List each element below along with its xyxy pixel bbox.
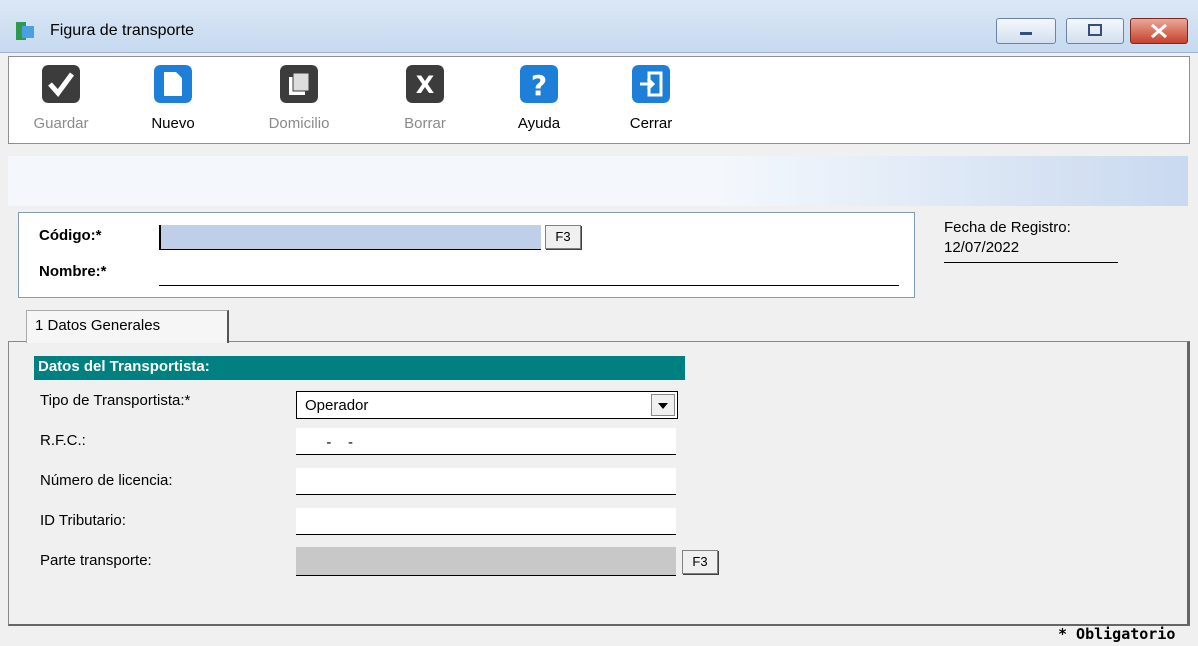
svg-text:?: ? <box>531 69 547 102</box>
address-book-icon <box>280 65 318 103</box>
domicilio-label: Domicilio <box>268 115 330 132</box>
guardar-button[interactable]: Guardar <box>29 63 93 139</box>
borrar-button[interactable]: X Borrar <box>393 63 457 139</box>
window: Figura de transporte Guardar Nuevo Domic… <box>0 0 1198 646</box>
delete-x-icon: X <box>406 65 444 103</box>
minimize-icon <box>1020 32 1032 35</box>
window-title: Figura de transporte <box>50 22 195 39</box>
codigo-label: Código:* <box>39 227 102 244</box>
close-button[interactable] <box>1130 18 1188 44</box>
app-icon <box>16 22 34 40</box>
title-bar: Figura de transporte <box>0 0 1198 53</box>
tab-label: 1 Datos Generales <box>35 317 161 334</box>
parte-f3-button[interactable]: F3 <box>682 550 718 574</box>
section-header: Datos del Transportista: <box>34 356 685 380</box>
dropdown-button[interactable] <box>651 394 675 416</box>
fecha-registro-value: 12/07/2022 <box>944 239 1020 256</box>
guardar-label: Guardar <box>33 115 89 132</box>
nombre-label: Nombre:* <box>39 263 107 280</box>
licencia-input[interactable] <box>296 468 676 495</box>
nombre-underline <box>159 285 899 286</box>
borrar-label: Borrar <box>404 115 446 132</box>
toolbar: Guardar Nuevo Domicilio X Borrar ? Ayuda… <box>8 56 1190 144</box>
nuevo-label: Nuevo <box>151 115 195 132</box>
tipo-transportista-value: Operador <box>305 397 369 414</box>
minimize-button[interactable] <box>996 18 1056 44</box>
domicilio-button[interactable]: Domicilio <box>259 63 339 139</box>
help-icon: ? <box>520 65 558 103</box>
maximize-button[interactable] <box>1066 18 1124 44</box>
new-document-icon <box>154 65 192 103</box>
svg-text:X: X <box>416 71 435 99</box>
parte-transporte-input[interactable] <box>296 547 676 576</box>
nombre-input[interactable] <box>159 261 899 285</box>
header-fields-box: Código:* F3 Nombre:* <box>18 212 915 298</box>
id-tributario-label: ID Tributario: <box>40 512 126 529</box>
rfc-value: - - <box>318 434 353 451</box>
licencia-label: Número de licencia: <box>40 472 173 489</box>
close-icon <box>1151 23 1167 39</box>
tipo-transportista-select[interactable]: Operador <box>296 391 678 419</box>
fecha-underline <box>944 262 1118 263</box>
rfc-label: R.F.C.: <box>40 432 86 449</box>
codigo-f3-button[interactable]: F3 <box>545 225 581 249</box>
maximize-icon <box>1088 24 1102 36</box>
tipo-transportista-label: Tipo de Transportista:* <box>40 392 191 409</box>
ayuda-label: Ayuda <box>517 115 561 132</box>
nuevo-button[interactable]: Nuevo <box>141 63 205 139</box>
cerrar-button[interactable]: Cerrar <box>619 63 683 139</box>
fecha-registro-label: Fecha de Registro: <box>944 219 1071 236</box>
rfc-input[interactable]: - - <box>296 428 676 455</box>
id-tributario-input[interactable] <box>296 508 676 535</box>
exit-door-icon <box>632 65 670 103</box>
banner <box>8 156 1188 206</box>
tab-datos-generales[interactable]: 1 Datos Generales <box>26 310 229 343</box>
obligatorio-note: * Obligatorio <box>1058 625 1176 643</box>
check-icon <box>42 65 80 103</box>
parte-transporte-label: Parte transporte: <box>40 552 152 569</box>
section-title: Datos del Transportista: <box>38 358 210 375</box>
cerrar-label: Cerrar <box>629 115 673 132</box>
chevron-down-icon <box>658 403 668 409</box>
codigo-input[interactable] <box>159 225 541 250</box>
ayuda-button[interactable]: ? Ayuda <box>507 63 571 139</box>
